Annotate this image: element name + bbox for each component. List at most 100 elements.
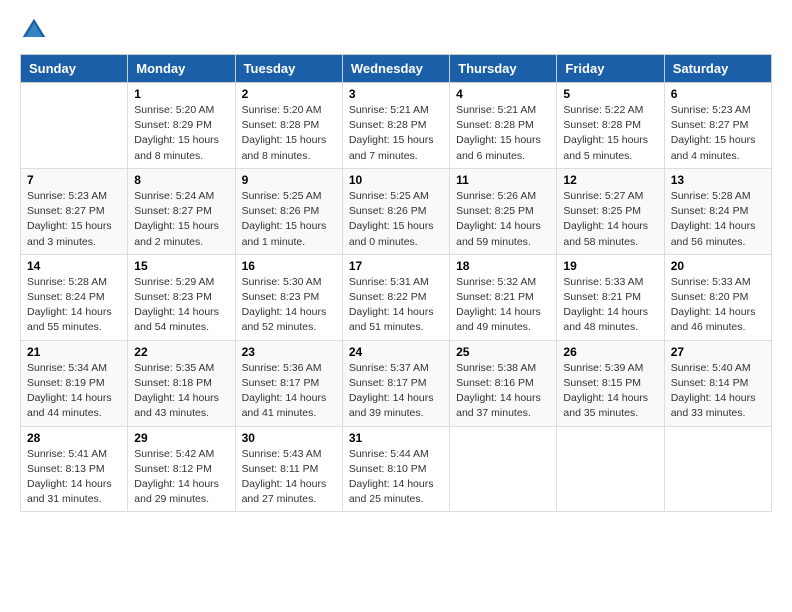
calendar-cell: 9Sunrise: 5:25 AMSunset: 8:26 PMDaylight… [235, 168, 342, 254]
calendar-cell [664, 426, 771, 512]
day-info: Sunrise: 5:21 AMSunset: 8:28 PMDaylight:… [349, 103, 443, 164]
day-info: Sunrise: 5:22 AMSunset: 8:28 PMDaylight:… [563, 103, 657, 164]
day-info: Sunrise: 5:20 AMSunset: 8:28 PMDaylight:… [242, 103, 336, 164]
calendar-cell: 20 Sunrise: 5:33 AMSunset: 8:20 PMDayligh… [664, 254, 771, 340]
calendar-cell: 21 Sunrise: 5:34 AMSunset: 8:19 PMDayligh… [21, 340, 128, 426]
weekday-header-saturday: Saturday [664, 55, 771, 83]
day-number: 11 [456, 173, 550, 187]
day-number: 30 [242, 431, 336, 445]
calendar-week-4: 21 Sunrise: 5:34 AMSunset: 8:19 PMDayligh… [21, 340, 772, 426]
logo-icon [20, 16, 48, 44]
day-info: Sunrise: 5:34 AMSunset: 8:19 PMDaylight:… [27, 361, 121, 422]
day-number: 1 [134, 87, 228, 101]
calendar-cell: 19 Sunrise: 5:33 AMSunset: 8:21 PMDayligh… [557, 254, 664, 340]
day-number: 19 [563, 259, 657, 273]
calendar-cell: 1 Sunrise: 5:20 AMSunset: 8:29 PMDaylight… [128, 83, 235, 169]
logo [20, 16, 52, 44]
day-number: 16 [242, 259, 336, 273]
day-info: Sunrise: 5:35 AMSunset: 8:18 PMDaylight:… [134, 361, 228, 422]
calendar-cell: 10 Sunrise: 5:25 AMSunset: 8:26 PMDayligh… [342, 168, 449, 254]
calendar-cell: 18Sunrise: 5:32 AMSunset: 8:21 PMDayligh… [450, 254, 557, 340]
day-info: Sunrise: 5:32 AMSunset: 8:21 PMDaylight:… [456, 275, 550, 336]
weekday-header-friday: Friday [557, 55, 664, 83]
day-number: 28 [27, 431, 121, 445]
calendar-cell: 27 Sunrise: 5:40 AMSunset: 8:14 PMDayligh… [664, 340, 771, 426]
calendar-week-5: 28 Sunrise: 5:41 AMSunset: 8:13 PMDayligh… [21, 426, 772, 512]
day-number: 9 [242, 173, 336, 187]
day-number: 15 [134, 259, 228, 273]
day-number: 6 [671, 87, 765, 101]
day-number: 24 [349, 345, 443, 359]
day-info: Sunrise: 5:42 AMSunset: 8:12 PMDaylight:… [134, 447, 228, 508]
calendar-table: SundayMondayTuesdayWednesdayThursdayFrid… [20, 54, 772, 512]
day-number: 12 [563, 173, 657, 187]
day-number: 25 [456, 345, 550, 359]
calendar-cell [21, 83, 128, 169]
calendar-cell: 15 Sunrise: 5:29 AMSunset: 8:23 PMDayligh… [128, 254, 235, 340]
day-info: Sunrise: 5:25 AMSunset: 8:26 PMDaylight:… [349, 189, 443, 250]
calendar-header: SundayMondayTuesdayWednesdayThursdayFrid… [21, 55, 772, 83]
day-info: Sunrise: 5:28 AMSunset: 8:24 PMDaylight:… [27, 275, 121, 336]
calendar-cell: 30Sunrise: 5:43 AMSunset: 8:11 PMDayligh… [235, 426, 342, 512]
calendar-cell: 31 Sunrise: 5:44 AMSunset: 8:10 PMDayligh… [342, 426, 449, 512]
calendar-cell: 26 Sunrise: 5:39 AMSunset: 8:15 PMDayligh… [557, 340, 664, 426]
day-info: Sunrise: 5:33 AMSunset: 8:21 PMDaylight:… [563, 275, 657, 336]
day-info: Sunrise: 5:33 AMSunset: 8:20 PMDaylight:… [671, 275, 765, 336]
day-info: Sunrise: 5:24 AMSunset: 8:27 PMDaylight:… [134, 189, 228, 250]
day-info: Sunrise: 5:39 AMSunset: 8:15 PMDaylight:… [563, 361, 657, 422]
day-number: 27 [671, 345, 765, 359]
calendar-body: 1 Sunrise: 5:20 AMSunset: 8:29 PMDaylight… [21, 83, 772, 512]
calendar-cell: 23 Sunrise: 5:36 AMSunset: 8:17 PMDayligh… [235, 340, 342, 426]
calendar-cell: 11 Sunrise: 5:26 AMSunset: 8:25 PMDayligh… [450, 168, 557, 254]
day-info: Sunrise: 5:44 AMSunset: 8:10 PMDaylight:… [349, 447, 443, 508]
day-info: Sunrise: 5:21 AMSunset: 8:28 PMDaylight:… [456, 103, 550, 164]
day-number: 7 [27, 173, 121, 187]
page-header [20, 16, 772, 44]
calendar-cell: 13Sunrise: 5:28 AMSunset: 8:24 PMDayligh… [664, 168, 771, 254]
weekday-header-monday: Monday [128, 55, 235, 83]
day-info: Sunrise: 5:30 AMSunset: 8:23 PMDaylight:… [242, 275, 336, 336]
day-info: Sunrise: 5:20 AMSunset: 8:29 PMDaylight:… [134, 103, 228, 164]
calendar-week-1: 1 Sunrise: 5:20 AMSunset: 8:29 PMDaylight… [21, 83, 772, 169]
day-info: Sunrise: 5:29 AMSunset: 8:23 PMDaylight:… [134, 275, 228, 336]
weekday-header-thursday: Thursday [450, 55, 557, 83]
day-number: 31 [349, 431, 443, 445]
day-number: 10 [349, 173, 443, 187]
day-info: Sunrise: 5:27 AMSunset: 8:25 PMDaylight:… [563, 189, 657, 250]
day-info: Sunrise: 5:38 AMSunset: 8:16 PMDaylight:… [456, 361, 550, 422]
calendar-cell: 4Sunrise: 5:21 AMSunset: 8:28 PMDaylight… [450, 83, 557, 169]
calendar-cell: 7Sunrise: 5:23 AMSunset: 8:27 PMDaylight… [21, 168, 128, 254]
calendar-cell: 2Sunrise: 5:20 AMSunset: 8:28 PMDaylight… [235, 83, 342, 169]
day-number: 3 [349, 87, 443, 101]
day-info: Sunrise: 5:40 AMSunset: 8:14 PMDaylight:… [671, 361, 765, 422]
day-number: 8 [134, 173, 228, 187]
calendar-cell: 22Sunrise: 5:35 AMSunset: 8:18 PMDayligh… [128, 340, 235, 426]
weekday-header-tuesday: Tuesday [235, 55, 342, 83]
day-info: Sunrise: 5:26 AMSunset: 8:25 PMDaylight:… [456, 189, 550, 250]
day-number: 23 [242, 345, 336, 359]
day-info: Sunrise: 5:36 AMSunset: 8:17 PMDaylight:… [242, 361, 336, 422]
calendar-cell: 17 Sunrise: 5:31 AMSunset: 8:22 PMDayligh… [342, 254, 449, 340]
calendar-cell: 16 Sunrise: 5:30 AMSunset: 8:23 PMDayligh… [235, 254, 342, 340]
calendar-cell: 24Sunrise: 5:37 AMSunset: 8:17 PMDayligh… [342, 340, 449, 426]
day-number: 21 [27, 345, 121, 359]
day-info: Sunrise: 5:31 AMSunset: 8:22 PMDaylight:… [349, 275, 443, 336]
day-info: Sunrise: 5:41 AMSunset: 8:13 PMDaylight:… [27, 447, 121, 508]
calendar-cell: 25 Sunrise: 5:38 AMSunset: 8:16 PMDayligh… [450, 340, 557, 426]
calendar-cell: 28 Sunrise: 5:41 AMSunset: 8:13 PMDayligh… [21, 426, 128, 512]
calendar-cell: 12 Sunrise: 5:27 AMSunset: 8:25 PMDayligh… [557, 168, 664, 254]
weekday-header-sunday: Sunday [21, 55, 128, 83]
calendar-cell: 14 Sunrise: 5:28 AMSunset: 8:24 PMDayligh… [21, 254, 128, 340]
day-number: 20 [671, 259, 765, 273]
calendar-cell: 3 Sunrise: 5:21 AMSunset: 8:28 PMDaylight… [342, 83, 449, 169]
weekday-header-wednesday: Wednesday [342, 55, 449, 83]
day-number: 26 [563, 345, 657, 359]
day-info: Sunrise: 5:23 AMSunset: 8:27 PMDaylight:… [671, 103, 765, 164]
calendar-cell: 29 Sunrise: 5:42 AMSunset: 8:12 PMDayligh… [128, 426, 235, 512]
calendar-cell: 8 Sunrise: 5:24 AMSunset: 8:27 PMDaylight… [128, 168, 235, 254]
day-number: 29 [134, 431, 228, 445]
calendar-week-3: 14 Sunrise: 5:28 AMSunset: 8:24 PMDayligh… [21, 254, 772, 340]
day-number: 17 [349, 259, 443, 273]
day-number: 14 [27, 259, 121, 273]
calendar-cell [557, 426, 664, 512]
